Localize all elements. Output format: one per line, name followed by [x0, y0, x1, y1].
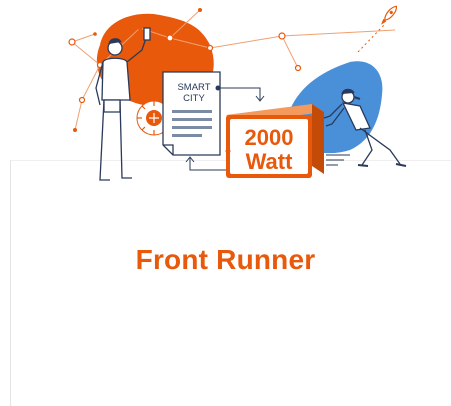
content-card	[10, 160, 451, 406]
badge-line2: Watt	[246, 149, 294, 174]
smart-city-illustration: SMART CITY 2000 Watt	[68, 5, 407, 181]
rocket-icon	[381, 5, 398, 25]
connector-dot	[215, 85, 221, 91]
document-label-line2: CITY	[183, 93, 205, 104]
page-title: Front Runner	[135, 244, 316, 275]
page: SMART CITY 2000 Watt Front Runner	[0, 0, 451, 406]
badge-line1: 2000	[245, 125, 294, 150]
motion-lines	[326, 154, 350, 166]
document-label-line1: SMART	[177, 82, 210, 93]
